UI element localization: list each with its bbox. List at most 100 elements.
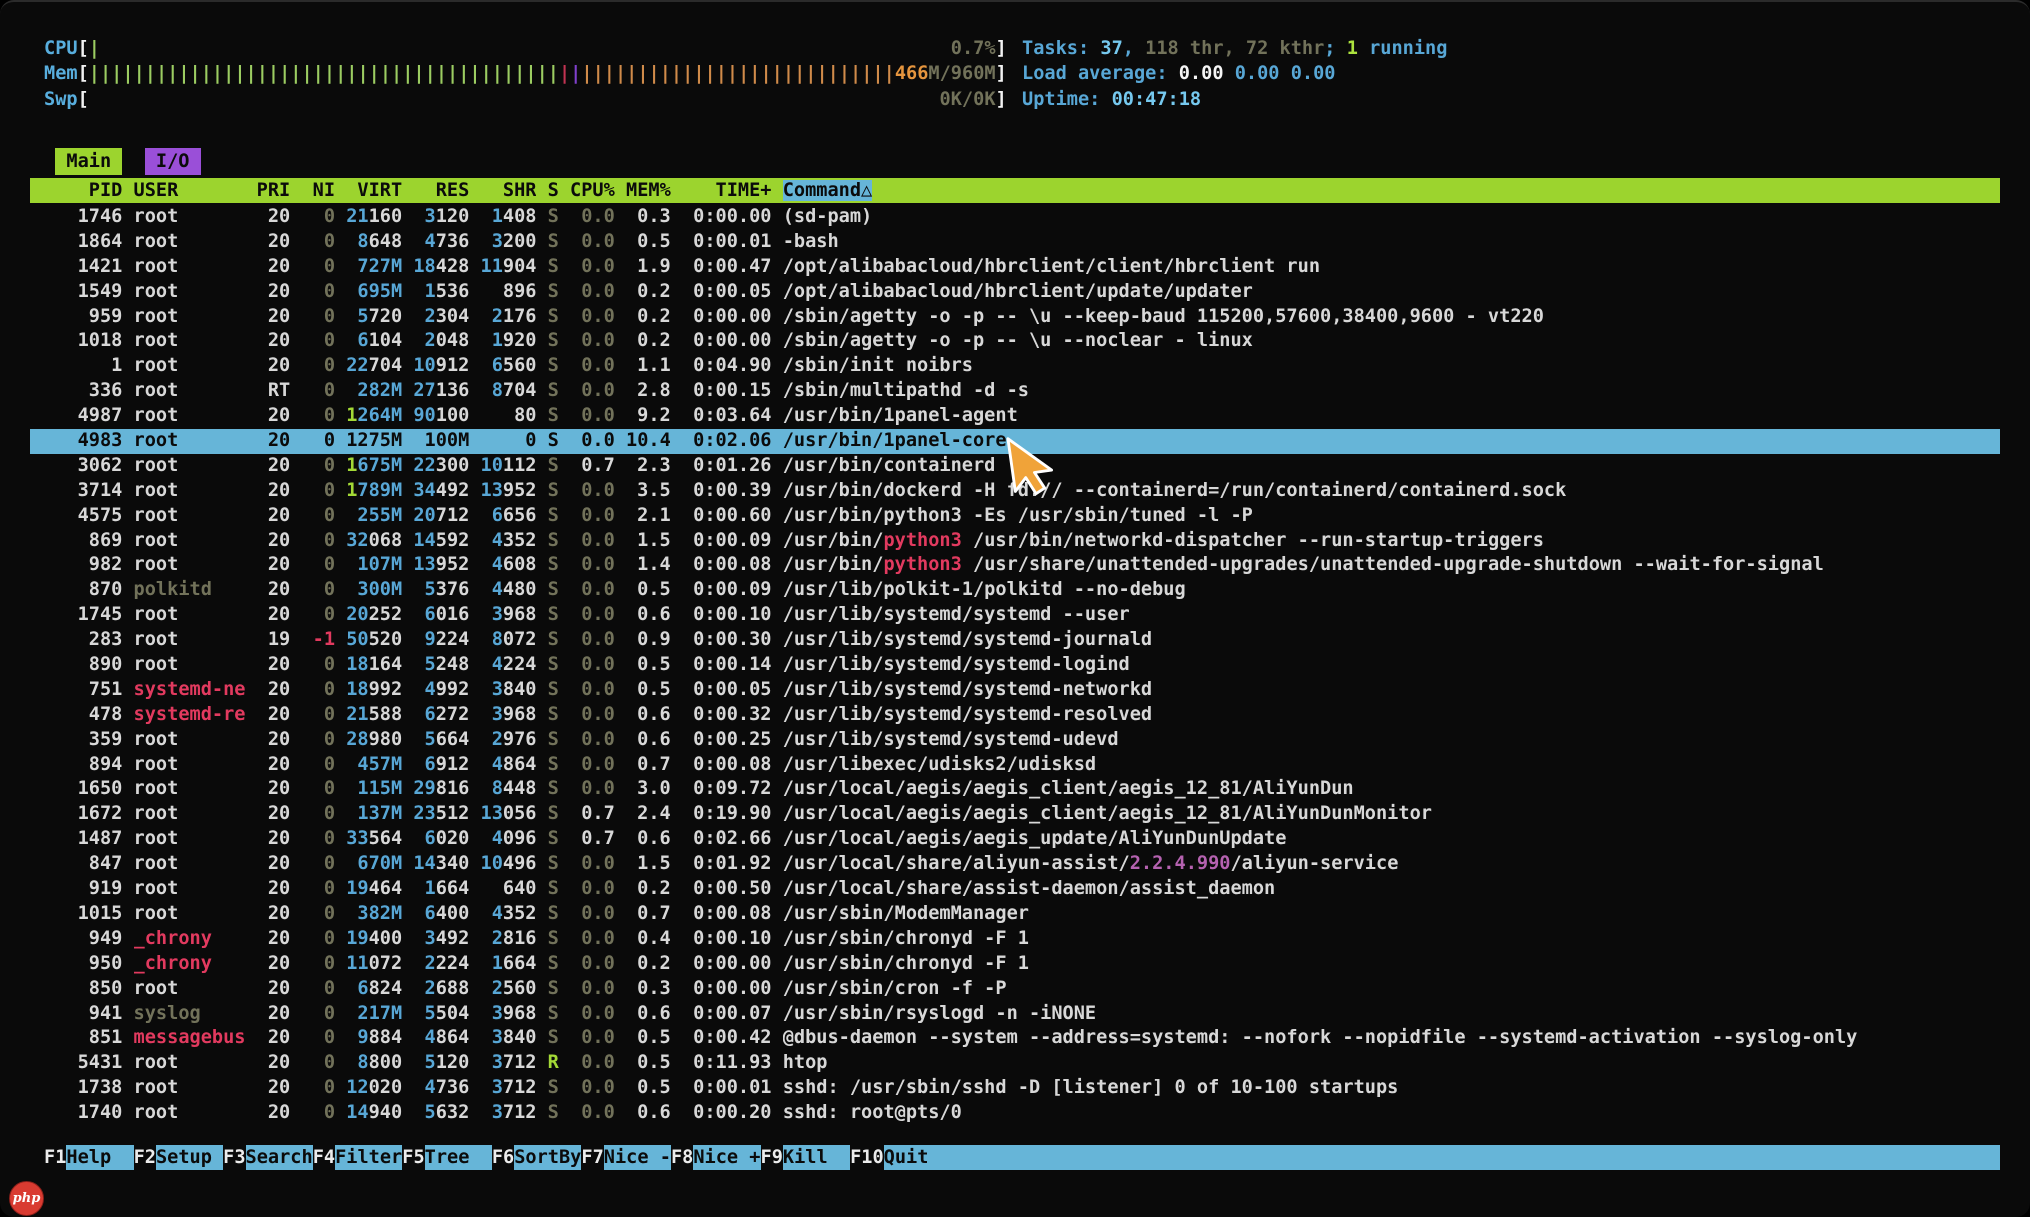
fkey-f10[interactable]: F10: [850, 1145, 884, 1170]
cell-res: 5632: [413, 1101, 469, 1126]
cell-command: /opt/alibabacloud/hbrclient/update/updat…: [783, 280, 2000, 305]
cell-mem: 0.2: [626, 952, 671, 977]
fkey-f3-label[interactable]: Search: [246, 1145, 313, 1170]
process-row[interactable]: 3062root2001675M2230010112S0.72.30:01.26…: [30, 454, 2000, 479]
fkey-f10-label[interactable]: Quit: [884, 1145, 2000, 1170]
process-row[interactable]: 1672root200137M2351213056S0.72.40:19.90/…: [30, 802, 2000, 827]
process-row[interactable]: 1root20022704109126560S0.01.10:04.90/sbi…: [30, 354, 2000, 379]
cell-pri: 20: [257, 1026, 291, 1051]
cell-user: root: [134, 728, 246, 753]
process-row[interactable]: 950_chrony2001107222241664S0.00.20:00.00…: [30, 952, 2000, 977]
fkey-f5-label[interactable]: Tree: [425, 1145, 492, 1170]
col-s[interactable]: S: [548, 178, 559, 203]
process-row[interactable]: 1018root200610420481920S0.00.20:00.00/sb…: [30, 329, 2000, 354]
process-row[interactable]: 982root200107M139524608S0.01.40:00.08/us…: [30, 553, 2000, 578]
cell-pri: 20: [257, 753, 291, 778]
cell-virt: 28980: [346, 728, 402, 753]
cell-pri: 20: [257, 305, 291, 330]
process-row[interactable]: 850root200682426882560S0.00.30:00.00/usr…: [30, 977, 2000, 1002]
process-row[interactable]: 4575root200255M207126656S0.02.10:00.60/u…: [30, 504, 2000, 529]
fkey-f7[interactable]: F7: [581, 1145, 603, 1170]
process-row[interactable]: 4983root2001275M100M0S0.010.40:02.06/usr…: [30, 429, 2000, 454]
process-row[interactable]: 3714root2001789M3449213952S0.03.50:00.39…: [30, 479, 2000, 504]
process-row[interactable]: 851messagebus200988448643840S0.00.50:00.…: [30, 1026, 2000, 1051]
col-ni[interactable]: NI: [301, 178, 335, 203]
cell-cpu: 0.0: [570, 777, 615, 802]
process-row[interactable]: 870polkitd200300M53764480S0.00.50:00.09/…: [30, 578, 2000, 603]
fkey-f3[interactable]: F3: [223, 1145, 245, 1170]
cell-shr: 10112: [481, 454, 537, 479]
process-row[interactable]: 1738root2001202047363712S0.00.50:00.01ss…: [30, 1076, 2000, 1101]
process-row[interactable]: 4987root2001264M9010080S0.09.20:03.64/us…: [30, 404, 2000, 429]
cell-pri: 20: [257, 952, 291, 977]
swp-meter: Swp[0K/0K]: [44, 87, 1007, 112]
fkey-f8-label[interactable]: Nice +: [693, 1145, 760, 1170]
cell-cpu: 0.0: [570, 603, 615, 628]
col-time[interactable]: TIME+: [682, 178, 772, 203]
process-row[interactable]: 1745root2002025260163968S0.00.60:00.10/u…: [30, 603, 2000, 628]
col-pid[interactable]: PID: [44, 178, 122, 203]
process-row[interactable]: 283root19-15052092248072S0.00.90:00.30/u…: [30, 628, 2000, 653]
process-row[interactable]: 894root200457M69124864S0.00.70:00.08/usr…: [30, 753, 2000, 778]
col-res[interactable]: RES: [413, 178, 469, 203]
process-row[interactable]: 336rootRT0282M271368704S0.02.80:00.15/sb…: [30, 379, 2000, 404]
cell-user: root: [134, 429, 246, 454]
process-row[interactable]: 1015root200382M64004352S0.00.70:00.08/us…: [30, 902, 2000, 927]
tab-io[interactable]: I/O: [145, 148, 201, 175]
fkey-f4[interactable]: F4: [313, 1145, 335, 1170]
col-cpu[interactable]: CPU%: [570, 178, 615, 203]
cell-ni: 0: [301, 603, 335, 628]
process-row[interactable]: 1746root2002116031201408S0.00.30:00.00(s…: [30, 205, 2000, 230]
cell-ni: 0: [301, 205, 335, 230]
cell-cpu: 0.0: [570, 529, 615, 554]
cell-res: 4736: [413, 1076, 469, 1101]
process-row[interactable]: 1549root200695M1536896S0.00.20:00.05/opt…: [30, 280, 2000, 305]
fkey-f2-label[interactable]: Setup: [156, 1145, 223, 1170]
cell-ni: 0: [301, 280, 335, 305]
process-row[interactable]: 1864root200864847363200S0.00.50:00.01-ba…: [30, 230, 2000, 255]
fkey-f1[interactable]: F1: [44, 1145, 66, 1170]
cell-shr: 3840: [481, 678, 537, 703]
fkey-f8[interactable]: F8: [671, 1145, 693, 1170]
cell-res: 5120: [413, 1051, 469, 1076]
col-mem[interactable]: MEM%: [626, 178, 671, 203]
fkey-f5[interactable]: F5: [402, 1145, 424, 1170]
cell-user: syslog: [134, 1002, 246, 1027]
col-shr[interactable]: SHR: [481, 178, 537, 203]
process-row[interactable]: 959root200572023042176S0.00.20:00.00/sbi…: [30, 305, 2000, 330]
col-command[interactable]: Command△: [783, 178, 2000, 203]
process-row[interactable]: 890root2001816452484224S0.00.50:00.14/us…: [30, 653, 2000, 678]
process-row[interactable]: 869root20032068145924352S0.01.50:00.09/u…: [30, 529, 2000, 554]
process-row[interactable]: 1650root200115M298168448S0.03.00:09.72/u…: [30, 777, 2000, 802]
process-row[interactable]: 478systemd-re2002158862723968S0.00.60:00…: [30, 703, 2000, 728]
fkey-f9[interactable]: F9: [761, 1145, 783, 1170]
tab-main[interactable]: Main: [55, 148, 122, 175]
col-pri[interactable]: PRI: [257, 178, 291, 203]
cell-command: /usr/libexec/udisks2/udisksd: [783, 753, 2000, 778]
fkey-f6-label[interactable]: SortBy: [514, 1145, 581, 1170]
cell-pri: 20: [257, 1002, 291, 1027]
cell-user: root: [134, 1076, 246, 1101]
process-row[interactable]: 1487root2003356460204096S0.70.60:02.66/u…: [30, 827, 2000, 852]
process-row[interactable]: 1740root2001494056323712S0.00.60:00.20ss…: [30, 1101, 2000, 1126]
process-row[interactable]: 751systemd-ne2001899249923840S0.00.50:00…: [30, 678, 2000, 703]
fkey-f4-label[interactable]: Filter: [335, 1145, 402, 1170]
fkey-f7-label[interactable]: Nice -: [604, 1145, 671, 1170]
fkey-f6[interactable]: F6: [492, 1145, 514, 1170]
process-row[interactable]: 919root200194641664640S0.00.20:00.50/usr…: [30, 877, 2000, 902]
fkey-f2[interactable]: F2: [134, 1145, 156, 1170]
cell-user: root: [134, 603, 246, 628]
process-row[interactable]: 941syslog200217M55043968S0.00.60:00.07/u…: [30, 1002, 2000, 1027]
cell-cpu: 0.0: [570, 230, 615, 255]
process-row[interactable]: 5431root200880051203712R0.00.50:11.93hto…: [30, 1051, 2000, 1076]
process-row[interactable]: 949_chrony2001940034922816S0.00.40:00.10…: [30, 927, 2000, 952]
col-virt[interactable]: VIRT: [346, 178, 402, 203]
fkey-f9-label[interactable]: Kill: [783, 1145, 850, 1170]
fkey-f1-label[interactable]: Help: [66, 1145, 133, 1170]
col-user[interactable]: USER: [134, 178, 246, 203]
cell-pri: 20: [257, 578, 291, 603]
process-row[interactable]: 847root200670M1434010496S0.01.50:01.92/u…: [30, 852, 2000, 877]
process-row[interactable]: 1421root200727M1842811904S0.01.90:00.47/…: [30, 255, 2000, 280]
process-row[interactable]: 359root2002898056642976S0.00.60:00.25/us…: [30, 728, 2000, 753]
cell-state: S: [548, 529, 559, 554]
